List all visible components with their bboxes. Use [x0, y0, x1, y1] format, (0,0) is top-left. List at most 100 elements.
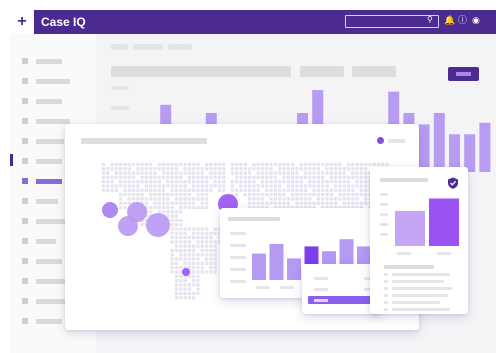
map-dot — [351, 201, 355, 205]
map-dot — [260, 201, 265, 205]
map-dot — [205, 205, 209, 210]
map-dot — [205, 197, 209, 201]
map-dot — [316, 175, 320, 179]
map-dot — [140, 193, 144, 197]
map-bubble[interactable] — [118, 216, 138, 236]
map-dot — [381, 162, 385, 167]
sidebar-item[interactable] — [36, 179, 62, 184]
sidebar-item[interactable] — [36, 59, 62, 64]
add-button[interactable]: + — [10, 10, 34, 34]
help-icon[interactable]: ⓘ — [458, 14, 467, 26]
map-dot — [209, 257, 213, 261]
sidebar-item[interactable] — [36, 219, 66, 224]
sidebar-item[interactable] — [36, 299, 66, 304]
map-dot — [136, 180, 140, 184]
sidebar-item[interactable] — [36, 239, 56, 244]
list-item[interactable] — [314, 288, 328, 291]
map-dot — [213, 167, 217, 171]
filter-chip[interactable] — [300, 66, 344, 77]
sidebar-active-indicator — [10, 154, 13, 166]
map-dot — [312, 184, 316, 188]
map-dot — [286, 180, 290, 184]
map-dot — [338, 167, 342, 171]
map-dot — [278, 193, 282, 197]
sidebar-item-icon — [22, 78, 28, 84]
map-dot — [170, 257, 174, 261]
map-dot — [346, 193, 351, 197]
list-item[interactable] — [314, 277, 328, 280]
map-dot — [217, 184, 222, 188]
sidebar-item[interactable] — [36, 139, 64, 144]
map-dot — [265, 162, 269, 167]
map-dot — [325, 171, 329, 175]
map-dot — [312, 188, 316, 192]
map-dot — [256, 171, 260, 175]
map-bubble[interactable] — [102, 202, 118, 218]
map-dot — [196, 184, 200, 188]
map-dot — [342, 180, 346, 184]
primary-button[interactable] — [448, 67, 479, 81]
account-icon[interactable]: ◉ — [472, 14, 480, 26]
map-dot — [316, 167, 320, 171]
map-dot — [265, 201, 269, 205]
map-dot — [213, 184, 217, 188]
map-dot — [166, 201, 170, 205]
map-dot — [334, 188, 338, 192]
map-dot — [183, 188, 187, 192]
map-dot — [346, 180, 351, 184]
map-dot — [248, 167, 252, 171]
sidebar-item[interactable] — [36, 79, 70, 84]
map-dot — [321, 193, 325, 197]
map-dot — [252, 180, 256, 184]
map-dot — [235, 167, 239, 171]
map-dot — [170, 231, 174, 235]
list-item-selected[interactable] — [308, 296, 374, 304]
map-dot — [170, 227, 174, 231]
map-dot — [162, 210, 166, 214]
map-dot — [153, 180, 157, 184]
bell-icon[interactable]: 🔔 — [444, 14, 455, 26]
map-dot — [170, 167, 174, 171]
sidebar-item-icon — [22, 278, 28, 284]
map-dot — [355, 171, 359, 175]
map-dot — [179, 274, 183, 278]
sidebar-item[interactable] — [36, 119, 70, 124]
map-dot — [106, 167, 110, 171]
bullet — [384, 273, 388, 276]
sidebar-item[interactable] — [36, 159, 62, 164]
map-dot — [295, 180, 299, 184]
map-dot — [136, 188, 140, 192]
sidebar-item[interactable] — [36, 99, 62, 104]
map-dot — [217, 175, 222, 179]
y-tick — [380, 223, 388, 226]
map-dot — [213, 180, 217, 184]
map-dot — [196, 257, 200, 261]
map-dot — [355, 162, 359, 167]
search-icon[interactable]: ⚲ — [427, 14, 433, 26]
map-dot — [174, 287, 179, 291]
map-dot — [149, 188, 153, 192]
map-dot — [140, 162, 144, 167]
map-dot — [209, 253, 213, 257]
map-dot — [265, 184, 269, 188]
map-dot — [291, 188, 295, 192]
map-dot — [299, 193, 303, 197]
map-dot — [303, 175, 308, 179]
map-bubble[interactable] — [182, 268, 190, 276]
map-dot — [235, 188, 239, 192]
sidebar-item[interactable] — [36, 279, 66, 284]
filter-chip[interactable] — [352, 66, 396, 77]
map-dot — [174, 227, 179, 231]
map-dot — [114, 167, 118, 171]
map-dot — [183, 227, 187, 231]
map-dot — [346, 167, 351, 171]
map-dot — [286, 175, 290, 179]
map-bubble[interactable] — [146, 213, 170, 237]
map-dot — [308, 184, 312, 188]
sidebar-item[interactable] — [36, 199, 58, 204]
sidebar-item[interactable] — [36, 319, 62, 324]
map-dot — [200, 193, 204, 197]
sidebar-item[interactable] — [36, 259, 62, 264]
search-input[interactable] — [345, 15, 439, 28]
map-dot — [170, 175, 174, 179]
